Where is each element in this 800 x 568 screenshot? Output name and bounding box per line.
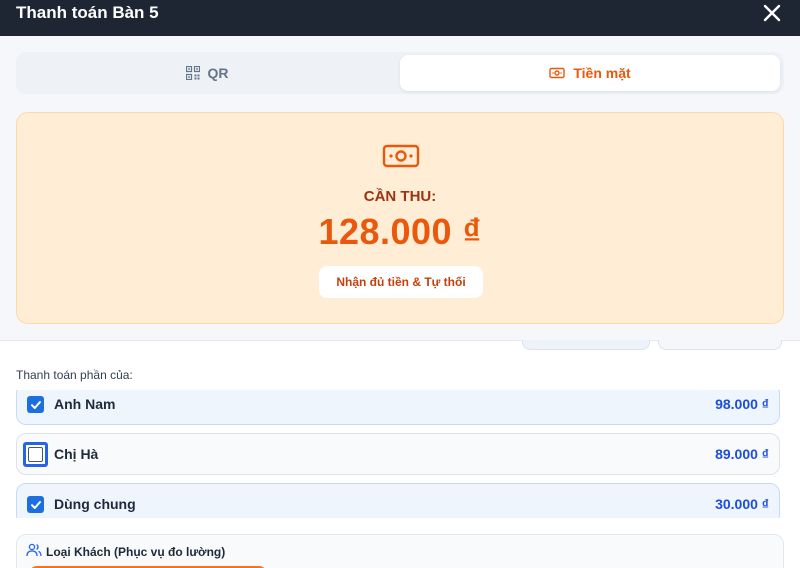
- person-amount: 98.000 ₫: [715, 396, 769, 412]
- payment-tabs: QR Tiền mặt: [16, 52, 784, 94]
- list-item[interactable]: Anh Nam 98.000 ₫: [16, 390, 780, 425]
- hidden-action-button-secondary[interactable]: [658, 340, 782, 350]
- checkbox-box: [28, 447, 43, 462]
- dialog-header: Thanh toán Bàn 5: [0, 0, 800, 36]
- tab-cash[interactable]: Tiền mặt: [400, 55, 780, 91]
- person-amount: 89.000 ₫: [715, 446, 769, 462]
- person-name: Anh Nam: [54, 396, 116, 412]
- tab-cash-label: Tiền mặt: [573, 65, 631, 81]
- users-icon: [26, 543, 42, 557]
- qr-icon: [185, 66, 200, 80]
- check-icon: [30, 500, 41, 509]
- close-icon[interactable]: [762, 3, 782, 23]
- person-name: Dùng chung: [54, 496, 136, 512]
- receive-full-button[interactable]: Nhận đủ tiền & Tự thối: [319, 266, 483, 298]
- list-item[interactable]: Dùng chung 30.000 ₫: [16, 483, 780, 518]
- person-amount: 30.000 ₫: [715, 496, 769, 512]
- money-icon: [382, 144, 420, 168]
- check-icon: [30, 400, 41, 409]
- split-section-label: Thanh toán phần của:: [16, 368, 133, 382]
- list-item[interactable]: Chị Hà 89.000 ₫: [16, 433, 780, 475]
- payment-method-area: QR Tiền mặt CẦN THU: 128.000 ₫ Nhận đủ t…: [0, 36, 800, 341]
- checkbox-checked[interactable]: [27, 496, 44, 513]
- need-to-collect-label: CẦN THU:: [363, 188, 437, 205]
- split-person-list: Anh Nam 98.000 ₫ Chị Hà 89.000 ₫ Dùng ch…: [0, 390, 800, 518]
- person-name: Chị Hà: [54, 446, 99, 462]
- checkbox-unchecked[interactable]: [23, 442, 48, 467]
- customer-type-section: Loại Khách (Phục vụ đo lường): [16, 534, 784, 568]
- cash-amount-card: CẦN THU: 128.000 ₫ Nhận đủ tiền & Tự thố…: [16, 112, 784, 324]
- checkbox-checked[interactable]: [27, 396, 44, 413]
- hidden-action-button[interactable]: [522, 340, 650, 350]
- cash-icon: [549, 67, 566, 79]
- tab-qr-label: QR: [207, 65, 229, 81]
- dialog-title: Thanh toán Bàn 5: [16, 3, 159, 22]
- amount-due: 128.000 ₫: [318, 211, 482, 252]
- customer-type-label: Loại Khách (Phục vụ đo lường): [46, 545, 226, 559]
- tab-qr[interactable]: QR: [20, 55, 394, 91]
